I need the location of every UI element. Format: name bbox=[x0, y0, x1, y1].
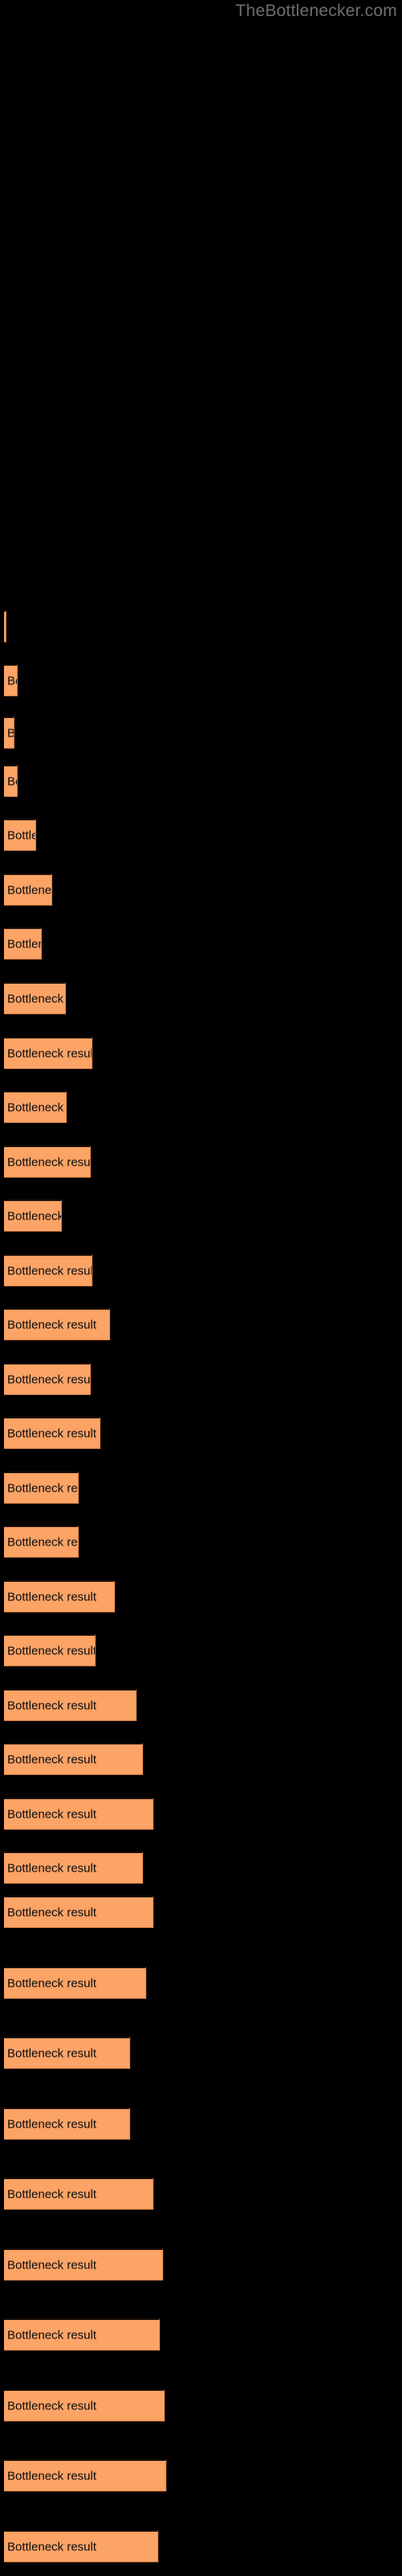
bar: Bottleneck result bbox=[4, 1967, 146, 1999]
bar: Bottleneck result bbox=[4, 1363, 91, 1395]
bar: Bottleneck result bbox=[4, 1525, 79, 1558]
bar-label: Bottleneck result bbox=[7, 1373, 91, 1386]
bar: Bottleneck result bbox=[4, 2459, 166, 2491]
bar: Bottleneck result bbox=[4, 2530, 158, 2562]
bar: Bottleneck result bbox=[4, 1037, 92, 1069]
bar: Bottleneck result bbox=[4, 2318, 160, 2351]
bar-label: Bottleneck result bbox=[7, 1209, 62, 1223]
bar-label: Bottleneck result bbox=[7, 2046, 96, 2060]
bar-label: Bottleneck result bbox=[7, 774, 17, 788]
bar: Bottleneck result bbox=[4, 927, 42, 960]
bar: Bottleneck result bbox=[4, 716, 14, 749]
bar: Bottleneck result bbox=[4, 664, 18, 696]
bar-label: Bottleneck result bbox=[7, 2399, 96, 2413]
bar-label: Bottleneck result bbox=[7, 2328, 96, 2342]
bar-label: Bottleneck result bbox=[7, 1046, 92, 1060]
bar: Bottleneck result bbox=[4, 1798, 154, 1830]
bar-label: Bottleneck result bbox=[7, 2187, 96, 2201]
bar: Bottleneck result bbox=[4, 765, 18, 797]
bar-label: Bottleneck result bbox=[7, 1905, 96, 1919]
bar: Bottleneck result bbox=[4, 1743, 143, 1775]
bar-label: Bottleneck result bbox=[7, 1481, 78, 1495]
bar: Bottleneck result bbox=[4, 610, 6, 642]
bar-label: Bottleneck result bbox=[7, 1861, 96, 1875]
bottleneck-bar-chart: TheBottlenecker.com Bottleneck resultBot… bbox=[0, 0, 402, 2576]
bar: Bottleneck result bbox=[4, 1254, 92, 1286]
bar: Bottleneck result bbox=[4, 2248, 163, 2281]
bar-label: Bottleneck result bbox=[7, 1318, 96, 1331]
bar-label: Bottleneck result bbox=[7, 1264, 92, 1278]
bar-label: Bottleneck result bbox=[7, 1699, 96, 1712]
bar: Bottleneck result bbox=[4, 1146, 91, 1178]
bar: Bottleneck result bbox=[4, 873, 52, 906]
bar-label: Bottleneck result bbox=[7, 1535, 78, 1549]
bar-label: Bottleneck result bbox=[7, 2540, 96, 2553]
bar: Bottleneck result bbox=[4, 2178, 154, 2210]
bar: Bottleneck result bbox=[4, 1472, 79, 1504]
bar-label: Bottleneck result bbox=[7, 1976, 96, 1990]
bar: Bottleneck result bbox=[4, 1634, 96, 1666]
bar-label: Bottleneck result bbox=[7, 2469, 96, 2483]
bar: Bottleneck result bbox=[4, 2389, 165, 2421]
bar: Bottleneck result bbox=[4, 1308, 110, 1340]
bar-label: Bottleneck result bbox=[7, 937, 41, 951]
bar: Bottleneck result bbox=[4, 2107, 130, 2140]
bar-label: Bottleneck result bbox=[7, 828, 35, 842]
bar-label: Bottleneck result bbox=[7, 2258, 96, 2272]
bar: Bottleneck result bbox=[4, 982, 66, 1014]
bar: Bottleneck result bbox=[4, 1417, 100, 1449]
bar-label: Bottleneck result bbox=[7, 674, 17, 687]
bar-label: Bottleneck result bbox=[7, 727, 14, 739]
bar: Bottleneck result bbox=[4, 1852, 143, 1884]
bar-label: Bottleneck result bbox=[7, 1807, 96, 1821]
bar: Bottleneck result bbox=[4, 1091, 67, 1123]
bar-label: Bottleneck result bbox=[7, 883, 52, 897]
bar-label: Bottleneck result bbox=[7, 992, 65, 1005]
bar: Bottleneck result bbox=[4, 2037, 130, 2069]
bar: Bottleneck result bbox=[4, 1199, 62, 1232]
bar: Bottleneck result bbox=[4, 819, 36, 851]
bar: Bottleneck result bbox=[4, 1689, 137, 1721]
bar-label: Bottleneck result bbox=[7, 1100, 66, 1114]
bar: Bottleneck result bbox=[4, 1896, 154, 1928]
bar-label: Bottleneck result bbox=[7, 1590, 96, 1604]
bar-label: Bottleneck result bbox=[7, 1752, 96, 1766]
bar-label: Bottleneck result bbox=[7, 1644, 96, 1657]
bar-label: Bottleneck result bbox=[7, 2117, 96, 2131]
bar: Bottleneck result bbox=[4, 1580, 115, 1612]
plot-area: Bottleneck result Bottleneck result Bottle… bbox=[0, 0, 402, 2576]
bar-label: Bottleneck result bbox=[7, 1426, 96, 1440]
bar-label: Bottleneck result bbox=[7, 1155, 91, 1169]
